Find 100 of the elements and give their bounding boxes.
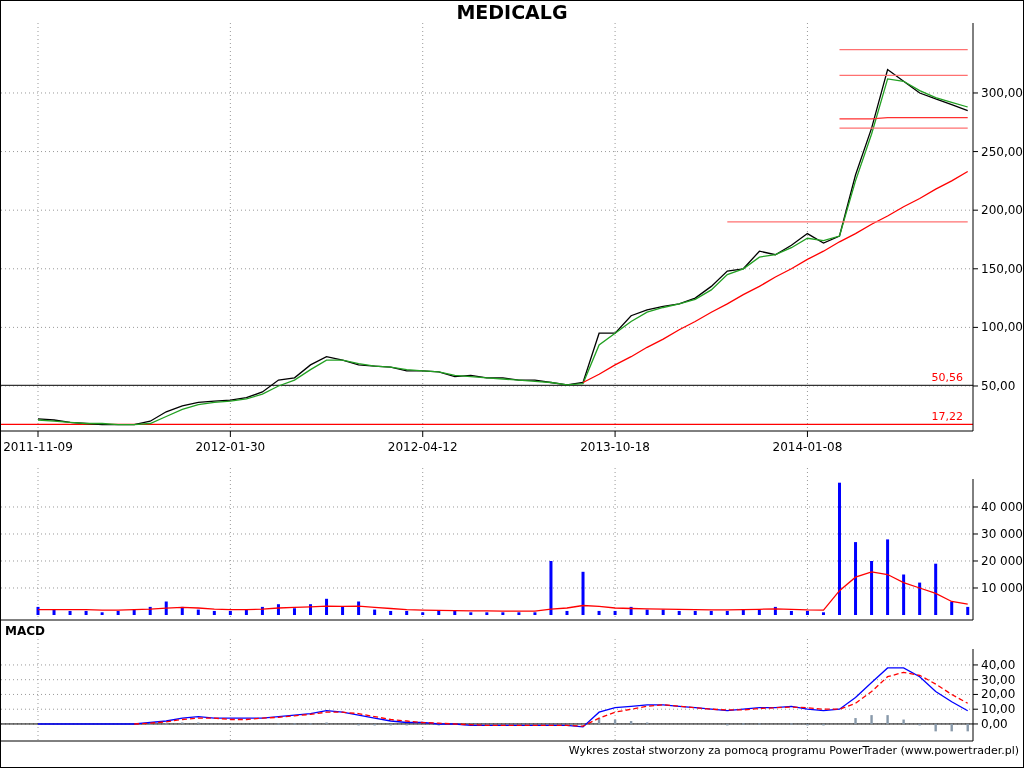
axis-label: 40,00 <box>981 657 1016 672</box>
axis-label: 200,00 <box>981 203 1023 218</box>
volume-bar <box>773 606 777 615</box>
volume-bar <box>260 606 264 615</box>
volume-bar <box>453 610 457 615</box>
volume-bar <box>52 609 56 615</box>
volume-bar <box>116 610 120 615</box>
histogram-bar <box>870 715 873 724</box>
volume-bar <box>821 612 825 615</box>
volume-bar <box>645 609 649 615</box>
volume-bar <box>597 610 601 615</box>
volume-bar <box>196 609 200 615</box>
volume-bar <box>148 606 152 615</box>
volume-bar <box>244 609 248 615</box>
footer-note: Wykres został stworzony za pomocą programu PowerTrader (www.powertrader.pl) <box>568 744 1019 757</box>
volume-bar <box>549 561 553 615</box>
axis-label: 20 000 <box>981 554 1023 568</box>
volume-bar <box>325 598 329 615</box>
volume-bar <box>228 610 232 615</box>
histogram-bar <box>934 723 937 732</box>
volume-bar <box>373 609 377 615</box>
volume-bar <box>501 612 505 615</box>
volume-bar <box>437 610 441 615</box>
volume-bar <box>36 606 40 615</box>
volume-bar <box>902 574 906 615</box>
volume-bar <box>421 612 425 615</box>
axis-label: 10 000 <box>981 581 1023 595</box>
volume-bar <box>485 612 489 615</box>
axis-label: 250,00 <box>981 144 1023 159</box>
axis-label: 100,00 <box>981 320 1023 335</box>
volume-bar <box>613 610 617 615</box>
volume-bar <box>164 601 168 615</box>
axis-label: 2012-04-12 <box>387 440 458 454</box>
volume-bar <box>469 612 473 615</box>
indicator-title: MACD <box>5 623 45 639</box>
axis-label: 2013-10-18 <box>580 440 650 454</box>
histogram-bar <box>373 723 376 726</box>
volume-bar <box>725 610 729 615</box>
axis-label: 2012-01-30 <box>195 440 266 454</box>
histogram-bar <box>886 715 889 724</box>
volume-bar <box>100 612 104 615</box>
volume-bar <box>84 610 88 615</box>
volume-bar <box>533 612 537 615</box>
axis-label: 2014-01-08 <box>772 440 843 454</box>
volume-bar <box>341 606 345 615</box>
axis-label: 10,00 <box>981 702 1016 717</box>
chart-title: MEDICALG <box>456 1 568 23</box>
volume-bar <box>918 582 922 615</box>
volume-bar <box>709 610 713 615</box>
volume-bar <box>180 606 184 615</box>
volume-bar <box>517 612 521 615</box>
volume-bar <box>68 610 72 615</box>
volume-bar <box>757 609 761 615</box>
volume-bar <box>565 610 569 615</box>
volume-bar <box>693 610 697 615</box>
level-label: 17,22 <box>931 410 963 424</box>
volume-bar <box>870 561 874 615</box>
volume-bar <box>741 609 745 615</box>
axis-label: 40 000 <box>981 500 1023 514</box>
volume-bar <box>389 610 393 615</box>
volume-bar <box>276 604 280 615</box>
volume-bar <box>629 606 633 615</box>
histogram-bar <box>629 721 633 724</box>
histogram-bar <box>405 723 408 726</box>
volume-bar <box>132 609 136 615</box>
volume-bar <box>212 610 216 615</box>
axis-label: 0,00 <box>981 716 1008 731</box>
axis-label: 30,00 <box>981 672 1016 687</box>
axis-label: 30 000 <box>981 527 1023 541</box>
volume-bar <box>934 563 938 615</box>
volume-bar <box>789 610 793 615</box>
axis-label: 50,00 <box>981 379 1016 393</box>
histogram-bar <box>950 723 953 732</box>
volume-bar <box>661 609 665 615</box>
volume-bar <box>357 601 361 615</box>
volume-bar <box>293 608 296 615</box>
histogram-bar <box>918 723 921 726</box>
level-label: 50,56 <box>931 371 963 385</box>
axis-label: 300,00 <box>981 85 1023 100</box>
volume-bar <box>309 604 312 615</box>
histogram-bar <box>597 718 601 724</box>
volume-bar <box>677 610 681 615</box>
histogram-bar <box>966 723 969 732</box>
volume-bar <box>581 571 585 615</box>
volume-bar <box>966 606 970 615</box>
histogram-bar <box>806 723 809 726</box>
volume-bar <box>950 601 954 615</box>
volume-bar <box>805 610 809 615</box>
histogram-bar <box>854 718 857 724</box>
histogram-bar <box>581 723 585 726</box>
histogram-bar <box>389 723 392 726</box>
histogram-bar <box>726 723 729 726</box>
histogram-bar <box>357 723 360 726</box>
axis-label: 150,00 <box>981 261 1023 276</box>
histogram-bar <box>613 719 617 724</box>
volume-bar <box>405 610 409 615</box>
axis-label: 2011-11-09 <box>3 440 73 454</box>
axis-label: 20,00 <box>981 687 1016 702</box>
histogram-bar <box>822 723 825 726</box>
histogram-bar <box>902 719 905 724</box>
